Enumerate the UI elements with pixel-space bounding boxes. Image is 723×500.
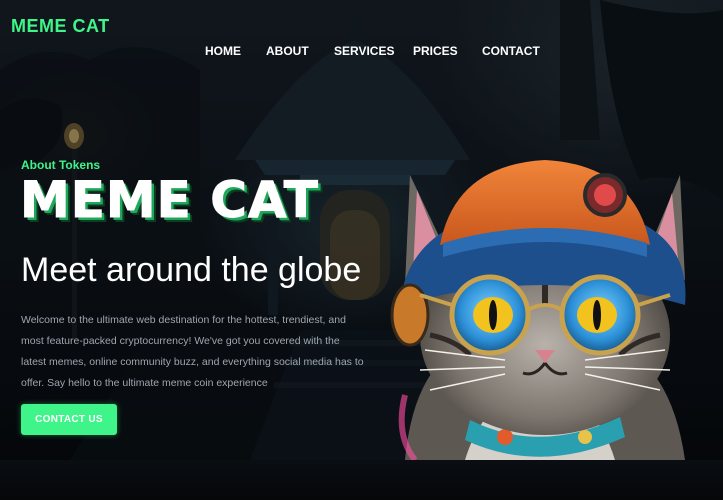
hero-description: Welcome to the ultimate web destination … (21, 314, 364, 389)
hero-eyebrow: About Tokens (21, 158, 101, 172)
hero-subtitle: Meet around the globe (21, 251, 362, 289)
contact-us-button[interactable]: CONTACT US (21, 404, 117, 435)
main-navigation: HOME ABOUT SERVICES PRICES CONTACT (205, 44, 542, 58)
meme-cat-image (390, 160, 686, 460)
nav-link-prices[interactable]: PRICES (413, 44, 482, 58)
nav-link-contact[interactable]: CONTACT (482, 44, 542, 58)
site-logo[interactable]: MEME CAT (11, 16, 110, 37)
hero-title: MEME CAT (20, 171, 319, 229)
nav-link-services[interactable]: SERVICES (334, 44, 413, 58)
nav-link-home[interactable]: HOME (205, 44, 266, 58)
nav-link-about[interactable]: ABOUT (266, 44, 334, 58)
bottom-strip (0, 460, 723, 500)
